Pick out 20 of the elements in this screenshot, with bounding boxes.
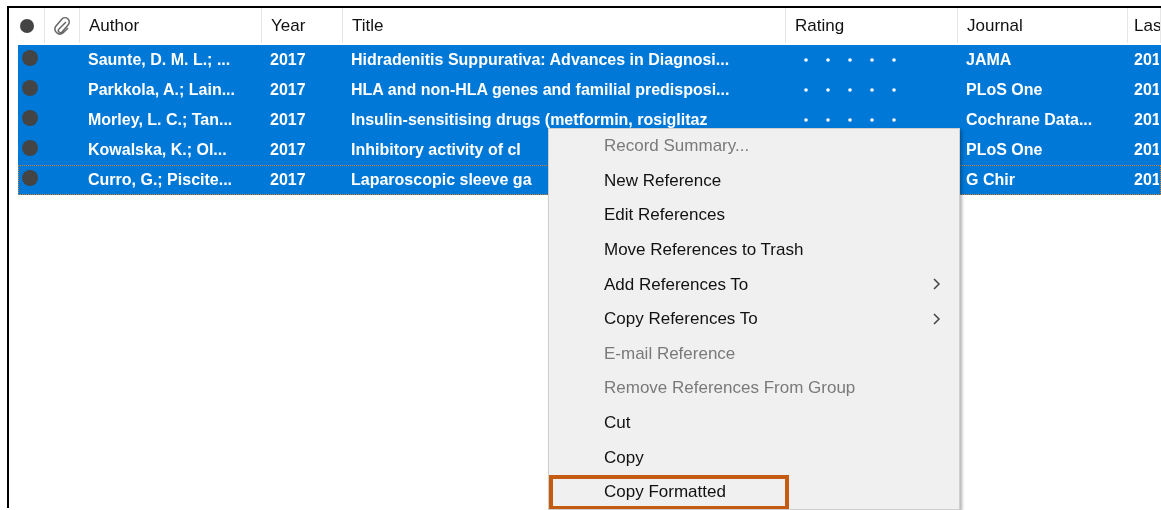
table-cell: PLoS One [966, 141, 1043, 159]
table-cell: 2017 [270, 111, 306, 129]
table-cell: 2017 [270, 81, 306, 99]
table-cell: Insulin-sensitising drugs (metformin, rosiglitaz [351, 111, 708, 129]
table-cell: Curro, G.; Piscite... [88, 171, 233, 189]
table-cell: HLA and non-HLA genes and familial predisposi... [351, 81, 730, 99]
table-cell: 2017 [270, 141, 306, 159]
table-cell: 2017 [270, 171, 306, 189]
table-cell: Hidradenitis Suppurativa: Advances in Diagnosi... [351, 51, 730, 69]
table-cell: Inhibitory activity of cl [351, 141, 521, 159]
table-cell: Morley, L. C.; Tan... [88, 111, 233, 129]
table-cell: Parkkola, A.; Lain... [88, 81, 235, 99]
table-cell: JAMA [966, 51, 1012, 69]
table-cell: 2017 [270, 51, 306, 69]
table-cell: Laparoscopic sleeve ga [351, 171, 532, 189]
table-cell: G Chir [966, 171, 1015, 189]
table-cell: Saunte, D. M. L.; ... [88, 51, 231, 69]
table-cell: Cochrane Data... [966, 111, 1093, 129]
table-cell: Kowalska, K.; Ol... [88, 141, 227, 159]
table-cell: PLoS One [966, 81, 1043, 99]
